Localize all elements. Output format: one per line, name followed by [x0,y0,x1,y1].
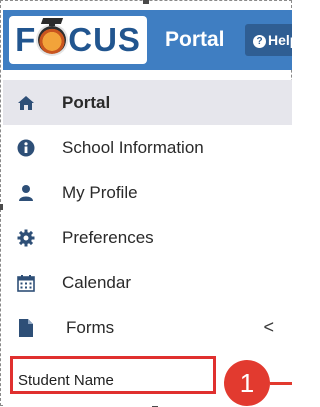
help-button[interactable]: ?Help [245,24,292,56]
sidebar-item-label: Preferences [62,227,154,247]
selection-handle-top [143,0,149,4]
logo-letters-cus: CUS [68,21,141,58]
calendar-icon [16,273,36,293]
focus-logo[interactable]: F CUS [9,16,147,64]
sidebar-item-forms[interactable]: Forms < [3,305,292,350]
sidebar-item-label: My Profile [62,182,138,202]
step-callout-badge: 1 [224,360,270,406]
info-icon [16,138,36,158]
question-icon: ? [253,34,266,48]
logo-letter-f: F [15,21,37,58]
home-icon [16,93,36,113]
sidebar-item-portal[interactable]: Portal [3,80,292,125]
sidebar-item-calendar[interactable]: Calendar [3,260,292,305]
callout-connector-line [270,382,292,385]
sidebar-item-label: Forms [66,317,115,337]
document-icon [16,318,36,338]
sidebar-item-preferences[interactable]: Preferences [3,215,292,260]
chevron-left-icon[interactable]: < [263,317,274,338]
student-name-label[interactable]: Student Name [18,372,114,389]
sidebar-item-label: School Information [62,137,204,157]
sidebar-item-label: Portal [62,92,111,112]
page-title: Portal [165,28,225,51]
logo-owl-icon [38,22,67,54]
help-label: Help [268,32,292,48]
gear-icon [16,228,36,248]
sidebar-item-label: Calendar [62,272,131,292]
user-icon [16,183,36,203]
sidebar-item-school-information[interactable]: School Information [3,125,292,170]
top-header: F CUS Portal ?Help [3,10,292,70]
sidebar-item-my-profile[interactable]: My Profile [3,170,292,215]
